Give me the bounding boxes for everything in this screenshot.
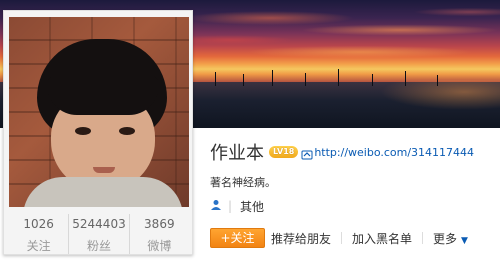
stats-bar: 1026 关注 5244403 粉丝 3869 微博 (9, 214, 189, 254)
avatar[interactable] (9, 17, 189, 207)
stat-value: 1026 (23, 217, 54, 231)
cover-pole (272, 70, 273, 86)
recommend-button[interactable]: 推荐给朋友 (271, 230, 331, 247)
stat-label: 关注 (26, 239, 51, 253)
profile-url-link[interactable]: http://weibo.com/314117444 (314, 146, 474, 159)
cover-shore-glow (380, 80, 500, 110)
avatar-fringe (47, 75, 159, 115)
more-button[interactable]: 更多 ▼ (433, 230, 468, 247)
stat-posts[interactable]: 3869 微博 (130, 214, 189, 254)
stat-value: 3869 (144, 217, 175, 231)
cover-pole (243, 74, 244, 86)
stat-value: 5244403 (72, 217, 126, 231)
stat-label: 微博 (147, 239, 172, 253)
cover-pole (215, 72, 216, 86)
avatar-sweater (23, 177, 183, 207)
stat-followers[interactable]: 5244403 粉丝 (69, 214, 130, 254)
caret-down-icon: ▼ (461, 235, 468, 246)
user-icon (210, 199, 222, 214)
cover-pole (338, 69, 339, 86)
avatar-mouth (93, 167, 115, 173)
link-icon (301, 146, 313, 160)
cover-pole (372, 74, 373, 86)
cover-pole (437, 75, 438, 86)
stat-label: 粉丝 (86, 239, 111, 253)
profile-bio: 著名神经病。 (210, 176, 276, 189)
profile-name[interactable]: 作业本 (210, 139, 264, 165)
action-divider (341, 232, 343, 244)
blacklist-button[interactable]: 加入黑名单 (352, 230, 412, 247)
avatar-eye-right (119, 127, 135, 135)
avatar-card: 1026 关注 5244403 粉丝 3869 微博 (3, 10, 193, 255)
action-bar: +关注 推荐给朋友 加入黑名单 更多 ▼ (210, 228, 468, 248)
meta-divider: | (228, 199, 233, 213)
profile-meta: | 其他 (210, 198, 264, 214)
stat-following[interactable]: 1026 关注 (9, 214, 70, 254)
action-divider (422, 232, 424, 244)
cover-pole (405, 71, 406, 86)
level-badge[interactable]: LV18 (269, 146, 299, 158)
cover-pole (305, 73, 306, 86)
profile-header: 作业本 LV18 http://weibo.com/314117444 (210, 140, 474, 164)
profile-category[interactable]: 其他 (240, 198, 264, 215)
avatar-eye-left (75, 127, 91, 135)
more-label: 更多 (433, 231, 458, 246)
follow-button[interactable]: +关注 (210, 228, 265, 248)
